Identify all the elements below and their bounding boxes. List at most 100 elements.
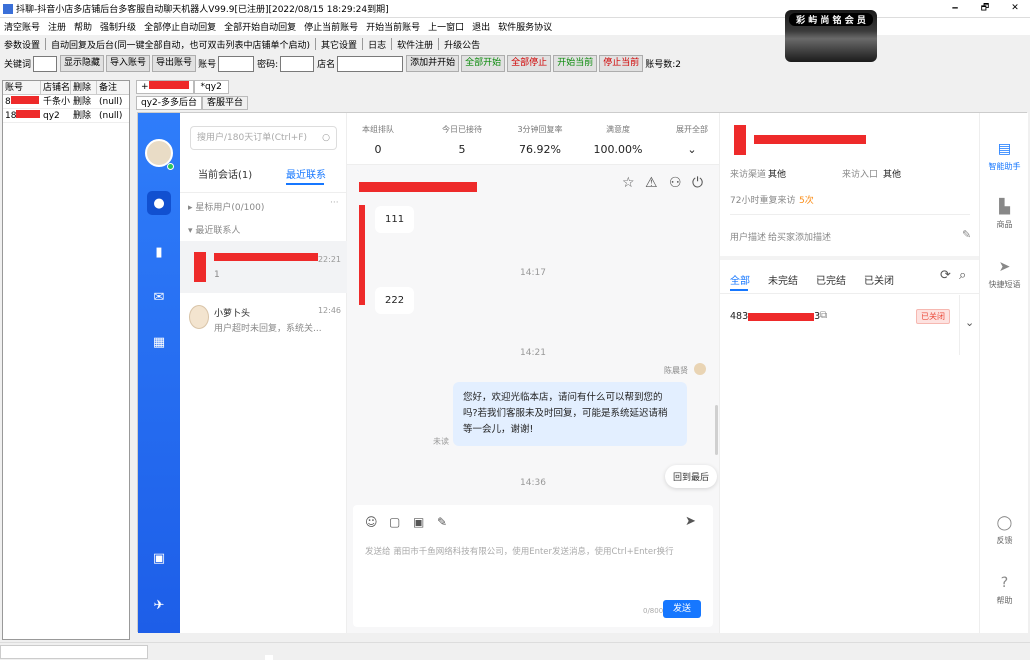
tb-params[interactable]: 参数设置	[0, 38, 44, 51]
transfer-user-icon[interactable]: ⚇	[669, 175, 682, 191]
menu-start-current[interactable]: 开始当前账号	[362, 20, 424, 33]
maximize-button[interactable]: 🗗	[970, 0, 1000, 16]
image-icon[interactable]: ▢	[389, 515, 400, 529]
group-recent[interactable]: ▾ 最近联系人	[188, 223, 240, 236]
doc-icon[interactable]: ▣	[147, 546, 171, 570]
all-stop-button[interactable]: 全部停止	[507, 55, 552, 72]
side-nav: ● ▮ ✉ ▦ ▣ ✈	[138, 113, 180, 633]
tb-auto-reply[interactable]: 自动回复及后台(同一键全部自动，也可双击列表中店铺单个启动)	[47, 38, 314, 51]
send-button[interactable]: 发送	[663, 600, 701, 618]
menu-force-upgrade[interactable]: 强制升级	[96, 20, 140, 33]
divider	[730, 214, 970, 215]
export-button[interactable]: 导出账号	[152, 55, 197, 72]
all-start-button[interactable]: 全部开始	[461, 55, 506, 72]
account-table: 账号 店铺名 删除 备注 8 千条小 删除 (null) 18 qy2 删除 (…	[2, 80, 130, 640]
edit-icon[interactable]: ✎	[437, 515, 447, 529]
password-input[interactable]	[280, 55, 315, 72]
menu-agreement[interactable]: 软件服务协议	[494, 20, 556, 33]
tab-pdd-backend[interactable]: qy2-多多后台	[136, 96, 203, 110]
tool-smart-assistant[interactable]: ▤ 智能助手	[980, 141, 1029, 172]
import-button[interactable]: 导入账号	[106, 55, 151, 72]
conv-name: 小萝卜头	[214, 309, 251, 319]
shop-tabs: + *qy2	[136, 80, 229, 94]
copy-icon[interactable]: ⧉	[820, 310, 827, 321]
edit-desc-icon[interactable]: ✎	[962, 228, 971, 241]
cell-delete[interactable]: 删除	[71, 95, 97, 108]
shop-input[interactable]	[337, 55, 404, 72]
power-icon[interactable]: ⏻	[692, 175, 703, 191]
order-tab-done[interactable]: 已完结	[816, 272, 846, 287]
table-header: 账号 店铺名 删除 备注	[3, 81, 129, 95]
order-card[interactable]: 483 3 ⧉ 已关闭	[720, 295, 960, 355]
menu-clear[interactable]: 清空账号	[0, 20, 44, 33]
agent-name: 陈晨贤	[664, 366, 688, 375]
list-item[interactable]: 22:21 1	[180, 241, 347, 293]
keyword-input[interactable]	[33, 55, 58, 72]
tb-register[interactable]: 软件注册	[393, 38, 437, 51]
order-tab-closed[interactable]: 已关闭	[864, 272, 894, 287]
menu-prev-window[interactable]: 上一窗口	[424, 20, 468, 33]
menu-register[interactable]: 注册	[44, 20, 70, 33]
close-button[interactable]: ✕	[1000, 0, 1030, 16]
tool-quick-phrases[interactable]: ➤ 快捷短语	[980, 259, 1029, 290]
expand-chevron-icon[interactable]: ⌄	[965, 316, 974, 329]
mail-icon[interactable]: ✉	[147, 285, 171, 309]
channel-label: 来访渠道	[730, 170, 767, 180]
more-icon[interactable]: ···	[330, 198, 339, 208]
message-input[interactable]: 发送给 莆田市千鱼网络科技有限公司，使用Enter发送消息，使用Ctrl+Ent…	[365, 545, 674, 557]
tool-products[interactable]: ▙ 商品	[980, 199, 1029, 230]
apps-icon[interactable]: ▦	[147, 330, 171, 354]
tb-upgrade[interactable]: 升级公告	[440, 38, 484, 51]
tool-feedback[interactable]: ◯ 反馈	[980, 515, 1029, 546]
menu-exit[interactable]: 退出	[468, 20, 494, 33]
add-start-button[interactable]: 添加并开始	[406, 55, 460, 72]
emoji-icon[interactable]: ☺	[365, 515, 378, 529]
warning-icon[interactable]: ⚠	[645, 175, 658, 191]
stop-current-button[interactable]: 停止当前	[599, 55, 644, 72]
tab-recent-contact[interactable]: 最近联系	[286, 166, 326, 181]
tab-current-session[interactable]: 当前会话(1)	[198, 166, 252, 181]
tb-log[interactable]: 日志	[364, 38, 390, 51]
tool-help[interactable]: ? 帮助	[980, 575, 1029, 606]
account-input[interactable]	[218, 55, 255, 72]
conv-preview: 用户超时未回复，系统关...	[214, 324, 322, 334]
tb-other[interactable]: 其它设置	[317, 38, 361, 51]
order-tab-all[interactable]: 全部	[730, 272, 750, 287]
expand-all-button[interactable]: 展开全部 ⌄	[657, 124, 727, 156]
tab-shop-1[interactable]: +	[136, 80, 194, 94]
menu-help[interactable]: 帮助	[70, 20, 96, 33]
input-box: ☺ ▢ ▣ ✎ ➤ 发送给 莆田市千鱼网络科技有限公司，使用Enter发送消息，…	[353, 505, 713, 627]
video-icon[interactable]: ▣	[413, 515, 424, 529]
order-id: 483 3	[730, 311, 821, 322]
order-tab-open[interactable]: 未完结	[768, 272, 798, 287]
tab-shop-2[interactable]: *qy2	[193, 80, 229, 94]
desc-value[interactable]: 给买家添加描述	[768, 230, 831, 243]
status-cell	[0, 645, 148, 659]
minimize-button[interactable]: 🗕	[940, 0, 970, 16]
send-plane-icon[interactable]: ➤	[685, 514, 696, 529]
show-hide-button[interactable]: 显示隐藏	[60, 55, 105, 72]
star-icon[interactable]: ☆	[622, 175, 635, 191]
stats-icon[interactable]: ▮	[147, 240, 171, 264]
char-counter: 0/800	[643, 607, 664, 615]
back-to-latest-button[interactable]: 回到最后	[665, 465, 718, 488]
start-current-button[interactable]: 开始当前	[553, 55, 598, 72]
cell-shop: 千条小	[43, 97, 71, 107]
table-row[interactable]: 8 千条小 删除 (null)	[3, 95, 129, 109]
group-star[interactable]: ▸ 星标用户(0/100)	[188, 200, 264, 213]
tab-service-platform[interactable]: 客服平台	[202, 96, 249, 110]
refresh-icon[interactable]: ⟳	[940, 268, 951, 283]
divider	[720, 293, 980, 294]
menu-stop-current[interactable]: 停止当前账号	[300, 20, 362, 33]
scrollbar[interactable]	[715, 405, 718, 455]
chat-icon[interactable]: ●	[147, 191, 171, 215]
search-icon[interactable]: ⌕	[959, 268, 966, 283]
cell-delete[interactable]: 删除	[71, 109, 97, 122]
table-row[interactable]: 18 qy2 删除 (null)	[3, 109, 129, 123]
bird-icon[interactable]: ✈	[147, 593, 171, 617]
menu-start-all[interactable]: 全部开始自动回复	[220, 20, 300, 33]
menu-stop-all[interactable]: 全部停止自动回复	[140, 20, 220, 33]
customer-message: 222	[375, 287, 415, 314]
list-item[interactable]: 小萝卜头 12:46 用户超时未回复，系统关...	[180, 295, 347, 343]
search-input[interactable]: 搜用户/180天订单(Ctrl+F) ○	[190, 126, 337, 150]
